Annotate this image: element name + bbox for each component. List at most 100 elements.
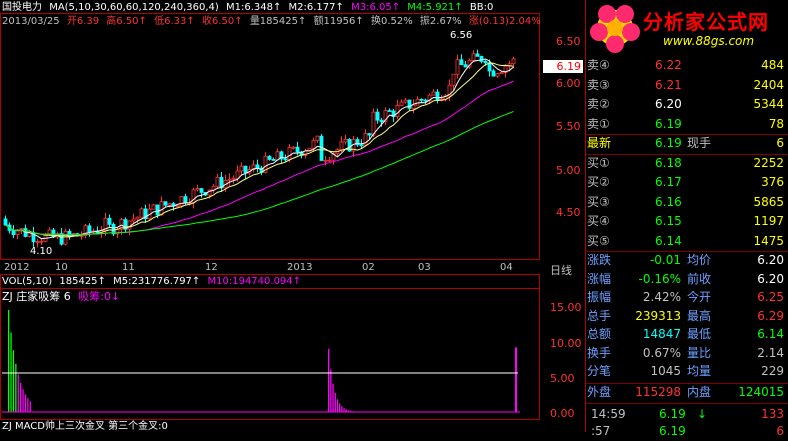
candle-body	[152, 205, 155, 209]
candle-body	[284, 159, 287, 160]
stat-value: 1045	[625, 362, 681, 381]
candle-body	[136, 217, 139, 219]
bar-volume: 量185425↑	[250, 16, 307, 27]
ask-row[interactable]: 卖③6.212404	[585, 76, 788, 95]
time-label: 04	[500, 262, 513, 273]
ask-label: 卖①	[587, 115, 610, 134]
zj-bar	[337, 399, 338, 412]
low-annotation: 4.10	[30, 246, 52, 257]
vol-value: 185425↑	[59, 276, 106, 287]
zj-bar	[343, 408, 344, 412]
stat-value: 14847	[625, 325, 681, 344]
tick-volume: 6	[776, 422, 784, 441]
latest-label: 最新	[587, 134, 611, 153]
period-label[interactable]: 日线	[550, 262, 572, 278]
tick-time: :57	[591, 422, 610, 441]
bar-amplitude: 振2.67%	[420, 16, 462, 27]
bid-label: 买②	[587, 173, 610, 192]
time-label: 02	[362, 262, 375, 273]
stat-value: 229	[724, 362, 784, 381]
candle-body	[416, 99, 419, 105]
bid-row[interactable]: 买③ 6.16 5865	[585, 193, 788, 212]
bid-row[interactable]: 买⑤6.141475	[585, 232, 788, 251]
stat-value: -0.01	[625, 251, 681, 270]
stat-value: 6.29	[724, 307, 784, 326]
bid-label: 买④	[587, 212, 610, 231]
ma-m1: M1:6.348↑	[226, 2, 281, 13]
candle-body	[40, 241, 43, 242]
latest-row: 最新6.19现手6	[585, 134, 788, 153]
candle-body	[88, 226, 91, 232]
main-panel-frame	[1, 14, 540, 260]
stat-label: 换手	[587, 344, 611, 363]
candle-body	[452, 74, 455, 85]
ask-price: 6.20	[655, 95, 717, 114]
ma-label: MA(5,10,30,60,60,120,240,360,4)	[49, 2, 219, 13]
zj-axis-0: 0.00	[550, 407, 575, 420]
candle-body	[128, 221, 131, 229]
bar-low: 低6.33↑	[154, 16, 195, 27]
stat-value: 2.14	[724, 344, 784, 363]
candle-body	[292, 147, 295, 148]
bid-volume: 1475	[724, 232, 784, 251]
stat-label: 振幅	[587, 288, 611, 307]
candle-body	[396, 105, 399, 116]
bid-row[interactable]: 买②6.17376	[585, 173, 788, 192]
vol-m5: M5:231776.797↑	[113, 276, 200, 287]
zj-indicator-bars	[2, 310, 520, 412]
time-label: 11	[122, 262, 135, 273]
stock-title[interactable]: 国投电力	[2, 2, 42, 13]
bid-label: 买③	[587, 193, 610, 212]
bid-row[interactable]: 买④6.151197	[585, 212, 788, 231]
stat-label: 涨跌	[587, 251, 611, 270]
candle-body	[240, 166, 243, 171]
candle-body	[400, 102, 403, 105]
candlesticks	[4, 50, 515, 248]
candle-body	[176, 206, 179, 207]
candle-body	[360, 145, 363, 146]
stat-value: 6.20	[724, 270, 784, 289]
candle-body	[216, 177, 219, 186]
price-axis-6.00: 6.00	[556, 77, 581, 90]
flower-icon	[585, 0, 645, 56]
ask-label: 卖②	[587, 95, 610, 114]
ask-price: 6.21	[655, 76, 717, 95]
candle-body	[196, 189, 199, 190]
candle-body	[436, 92, 439, 101]
candle-body	[16, 231, 19, 235]
ask-volume: 484	[724, 56, 784, 75]
kline-chart[interactable]: 6.56 4.10 6.50	[0, 0, 540, 432]
bottom-indicator-label: ZJ MACD帅上三次金叉 第三个金叉:0	[2, 421, 172, 433]
macd-label: ZJ MACD帅上三次金叉 第三个金叉:0	[2, 421, 168, 432]
candle-body	[380, 120, 383, 122]
site-logo[interactable]: 分析家公式网 www.88gs.com	[585, 0, 788, 56]
zj-bar	[30, 401, 31, 412]
price-axis-4.50: 4.50	[556, 206, 581, 219]
stat-value: 6.14	[724, 325, 784, 344]
stat-value: 239313	[625, 307, 681, 326]
bb-value: BB:0	[470, 2, 493, 13]
bid-price: 6.16	[655, 193, 717, 212]
stat-label: 分笔	[587, 362, 611, 381]
zj-bar	[13, 350, 14, 412]
zj-bar	[341, 406, 342, 412]
zj-value: 吸筹:0↓	[78, 290, 120, 303]
bid-volume: 5865	[724, 193, 784, 212]
time-label: 2012	[4, 262, 29, 273]
bar-high: 高6.50↑	[106, 16, 147, 27]
ask-row[interactable]: 卖④6.22484	[585, 56, 788, 75]
candle-body	[156, 205, 159, 215]
stat-label: 前收	[687, 270, 711, 289]
candle-body	[244, 166, 247, 173]
bid-row[interactable]: 买①6.182252	[585, 154, 788, 173]
stat-label: 最低	[687, 325, 711, 344]
candle-body	[372, 112, 375, 135]
ask-row[interactable]: 卖②6.205344	[585, 95, 788, 114]
ask-price: 6.19	[655, 115, 717, 134]
ask-row[interactable]: 卖①6.1978	[585, 115, 788, 134]
candle-body	[376, 112, 379, 120]
logo-url: www.88gs.com	[663, 34, 754, 48]
candle-body	[324, 160, 327, 161]
inner-label: 内盘	[687, 383, 711, 402]
candle-body	[4, 219, 7, 225]
